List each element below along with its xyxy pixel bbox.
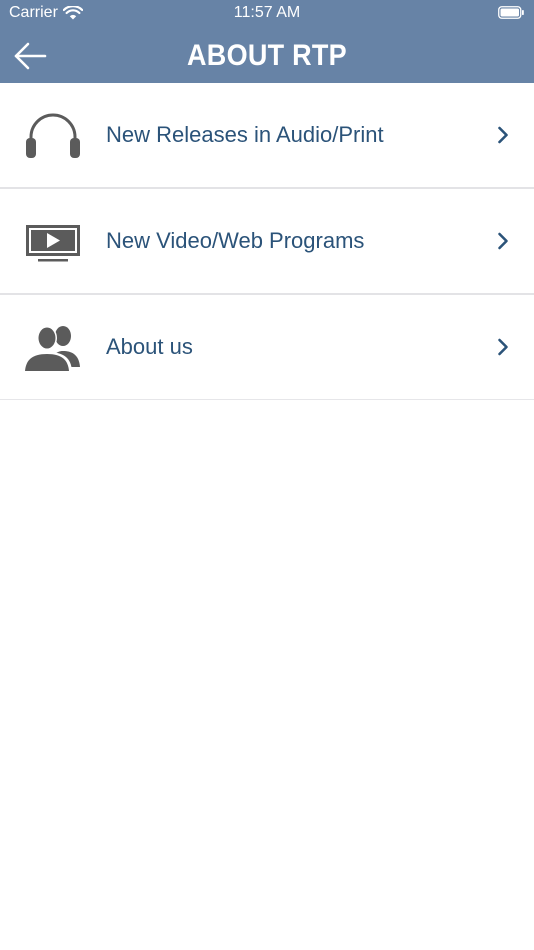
headphones-icon	[26, 113, 80, 158]
menu-item-label: About us	[106, 334, 193, 359]
menu-item-label: New Video/Web Programs	[106, 228, 365, 253]
menu-item-label: New Releases in Audio/Print	[106, 122, 384, 147]
battery-icon	[498, 6, 524, 19]
chevron-right-icon	[498, 126, 508, 144]
menu-item-video-web[interactable]: New Video/Web Programs	[0, 189, 534, 295]
menu-item-new-releases[interactable]: New Releases in Audio/Print	[0, 83, 534, 189]
menu-item-about-us[interactable]: About us	[0, 295, 534, 400]
status-bar: Carrier 11:57 AM	[0, 0, 534, 28]
users-icon	[24, 326, 80, 371]
video-monitor-icon	[26, 225, 80, 262]
header: Carrier 11:57 AM ABOUT RTP	[0, 0, 534, 83]
status-time: 11:57 AM	[233, 4, 301, 21]
page-title: ABOUT RTP	[187, 39, 347, 72]
chevron-right-icon	[498, 232, 508, 250]
menu-list: New Releases in Audio/Print New Video/We…	[0, 83, 534, 400]
chevron-right-icon	[498, 338, 508, 356]
nav-bar: ABOUT RTP	[0, 28, 534, 83]
